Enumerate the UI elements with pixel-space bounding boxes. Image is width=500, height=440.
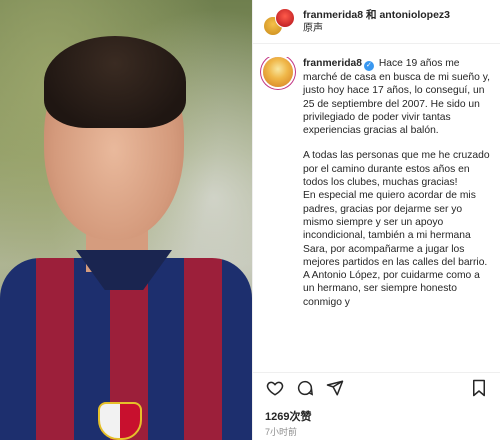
caption-scroll-area[interactable]: franmerida8 ✓ Hace 19 años me marché de c… [253, 57, 500, 365]
caption-paragraph: En especial me quiero acordar de mis pad… [303, 190, 488, 308]
like-count[interactable]: 1269次赞 [265, 408, 311, 424]
heart-icon[interactable] [263, 376, 287, 400]
post-timestamp[interactable]: 7小时前 [265, 425, 297, 438]
post-media[interactable] [0, 0, 252, 440]
send-icon[interactable] [323, 376, 347, 400]
collab-avatars[interactable] [263, 6, 295, 38]
caption-body: franmerida8 ✓ Hace 19 años me marché de c… [303, 57, 491, 309]
photo-hair [44, 36, 186, 128]
post-header: franmerida8 和 antoniolopez3 原声 [253, 0, 500, 44]
action-bar [253, 372, 500, 402]
collab-usernames[interactable]: franmerida8 和 antoniolopez3 [303, 9, 450, 22]
comment-icon[interactable] [293, 376, 317, 400]
avatar[interactable] [275, 7, 295, 28]
caption: franmerida8 ✓ Hace 19 años me marché de c… [263, 57, 491, 309]
caption-paragraph: A todas las personas que me he cruzado p… [303, 150, 490, 189]
post-details-panel: franmerida8 和 antoniolopez3 原声 franmerid… [252, 0, 500, 440]
bookmark-icon[interactable] [467, 376, 491, 400]
verified-badge-icon: ✓ [363, 61, 374, 71]
audio-label[interactable]: 原声 [303, 22, 450, 35]
caption-text: Hace 19 años me marché de casa en busca … [303, 58, 490, 137]
author-username[interactable]: franmerida8 [303, 58, 362, 69]
club-crest [98, 402, 142, 440]
header-text: franmerida8 和 antoniolopez3 原声 [303, 9, 450, 35]
author-avatar[interactable] [263, 57, 293, 87]
